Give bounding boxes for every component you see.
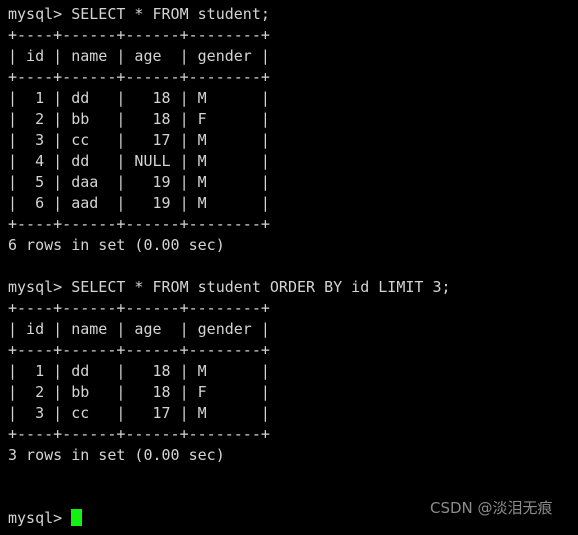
terminal-line: | id | name | age | gender | [8,47,270,65]
terminal-line: mysql> SELECT * FROM student; [8,5,270,23]
terminal-line: +----+------+------+--------+ [8,425,270,443]
terminal-line: | 5 | daa | 19 | M | [8,173,270,191]
terminal-line: | 3 | cc | 17 | M | [8,131,270,149]
terminal-output: mysql> SELECT * FROM student; +----+-----… [8,4,570,529]
terminal-line: 3 rows in set (0.00 sec) [8,446,225,464]
terminal-line: +----+------+------+--------+ [8,26,270,44]
terminal-line: +----+------+------+--------+ [8,215,270,233]
terminal-line: 6 rows in set (0.00 sec) [8,236,225,254]
prompt-text: mysql> [8,509,72,527]
terminal-line: | 6 | aad | 19 | M | [8,194,270,212]
terminal-line: +----+------+------+--------+ [8,299,270,317]
terminal-line: | id | name | age | gender | [8,320,270,338]
terminal-line: | 1 | dd | 18 | M | [8,89,270,107]
terminal-line: mysql> SELECT * FROM student ORDER BY id… [8,278,451,296]
terminal-line: | 1 | dd | 18 | M | [8,362,270,380]
csdn-watermark: CSDN @淡泪无痕 [430,499,553,517]
terminal-line: | 2 | bb | 18 | F | [8,383,270,401]
terminal-line: +----+------+------+--------+ [8,341,270,359]
terminal-line: +----+------+------+--------+ [8,68,270,86]
terminal-line: | 2 | bb | 18 | F | [8,110,270,128]
text-cursor [71,509,83,526]
terminal-line: | 3 | cc | 17 | M | [8,404,270,422]
terminal-line: | 4 | dd | NULL | M | [8,152,270,170]
terminal-window[interactable]: mysql> SELECT * FROM student; +----+-----… [0,0,578,535]
